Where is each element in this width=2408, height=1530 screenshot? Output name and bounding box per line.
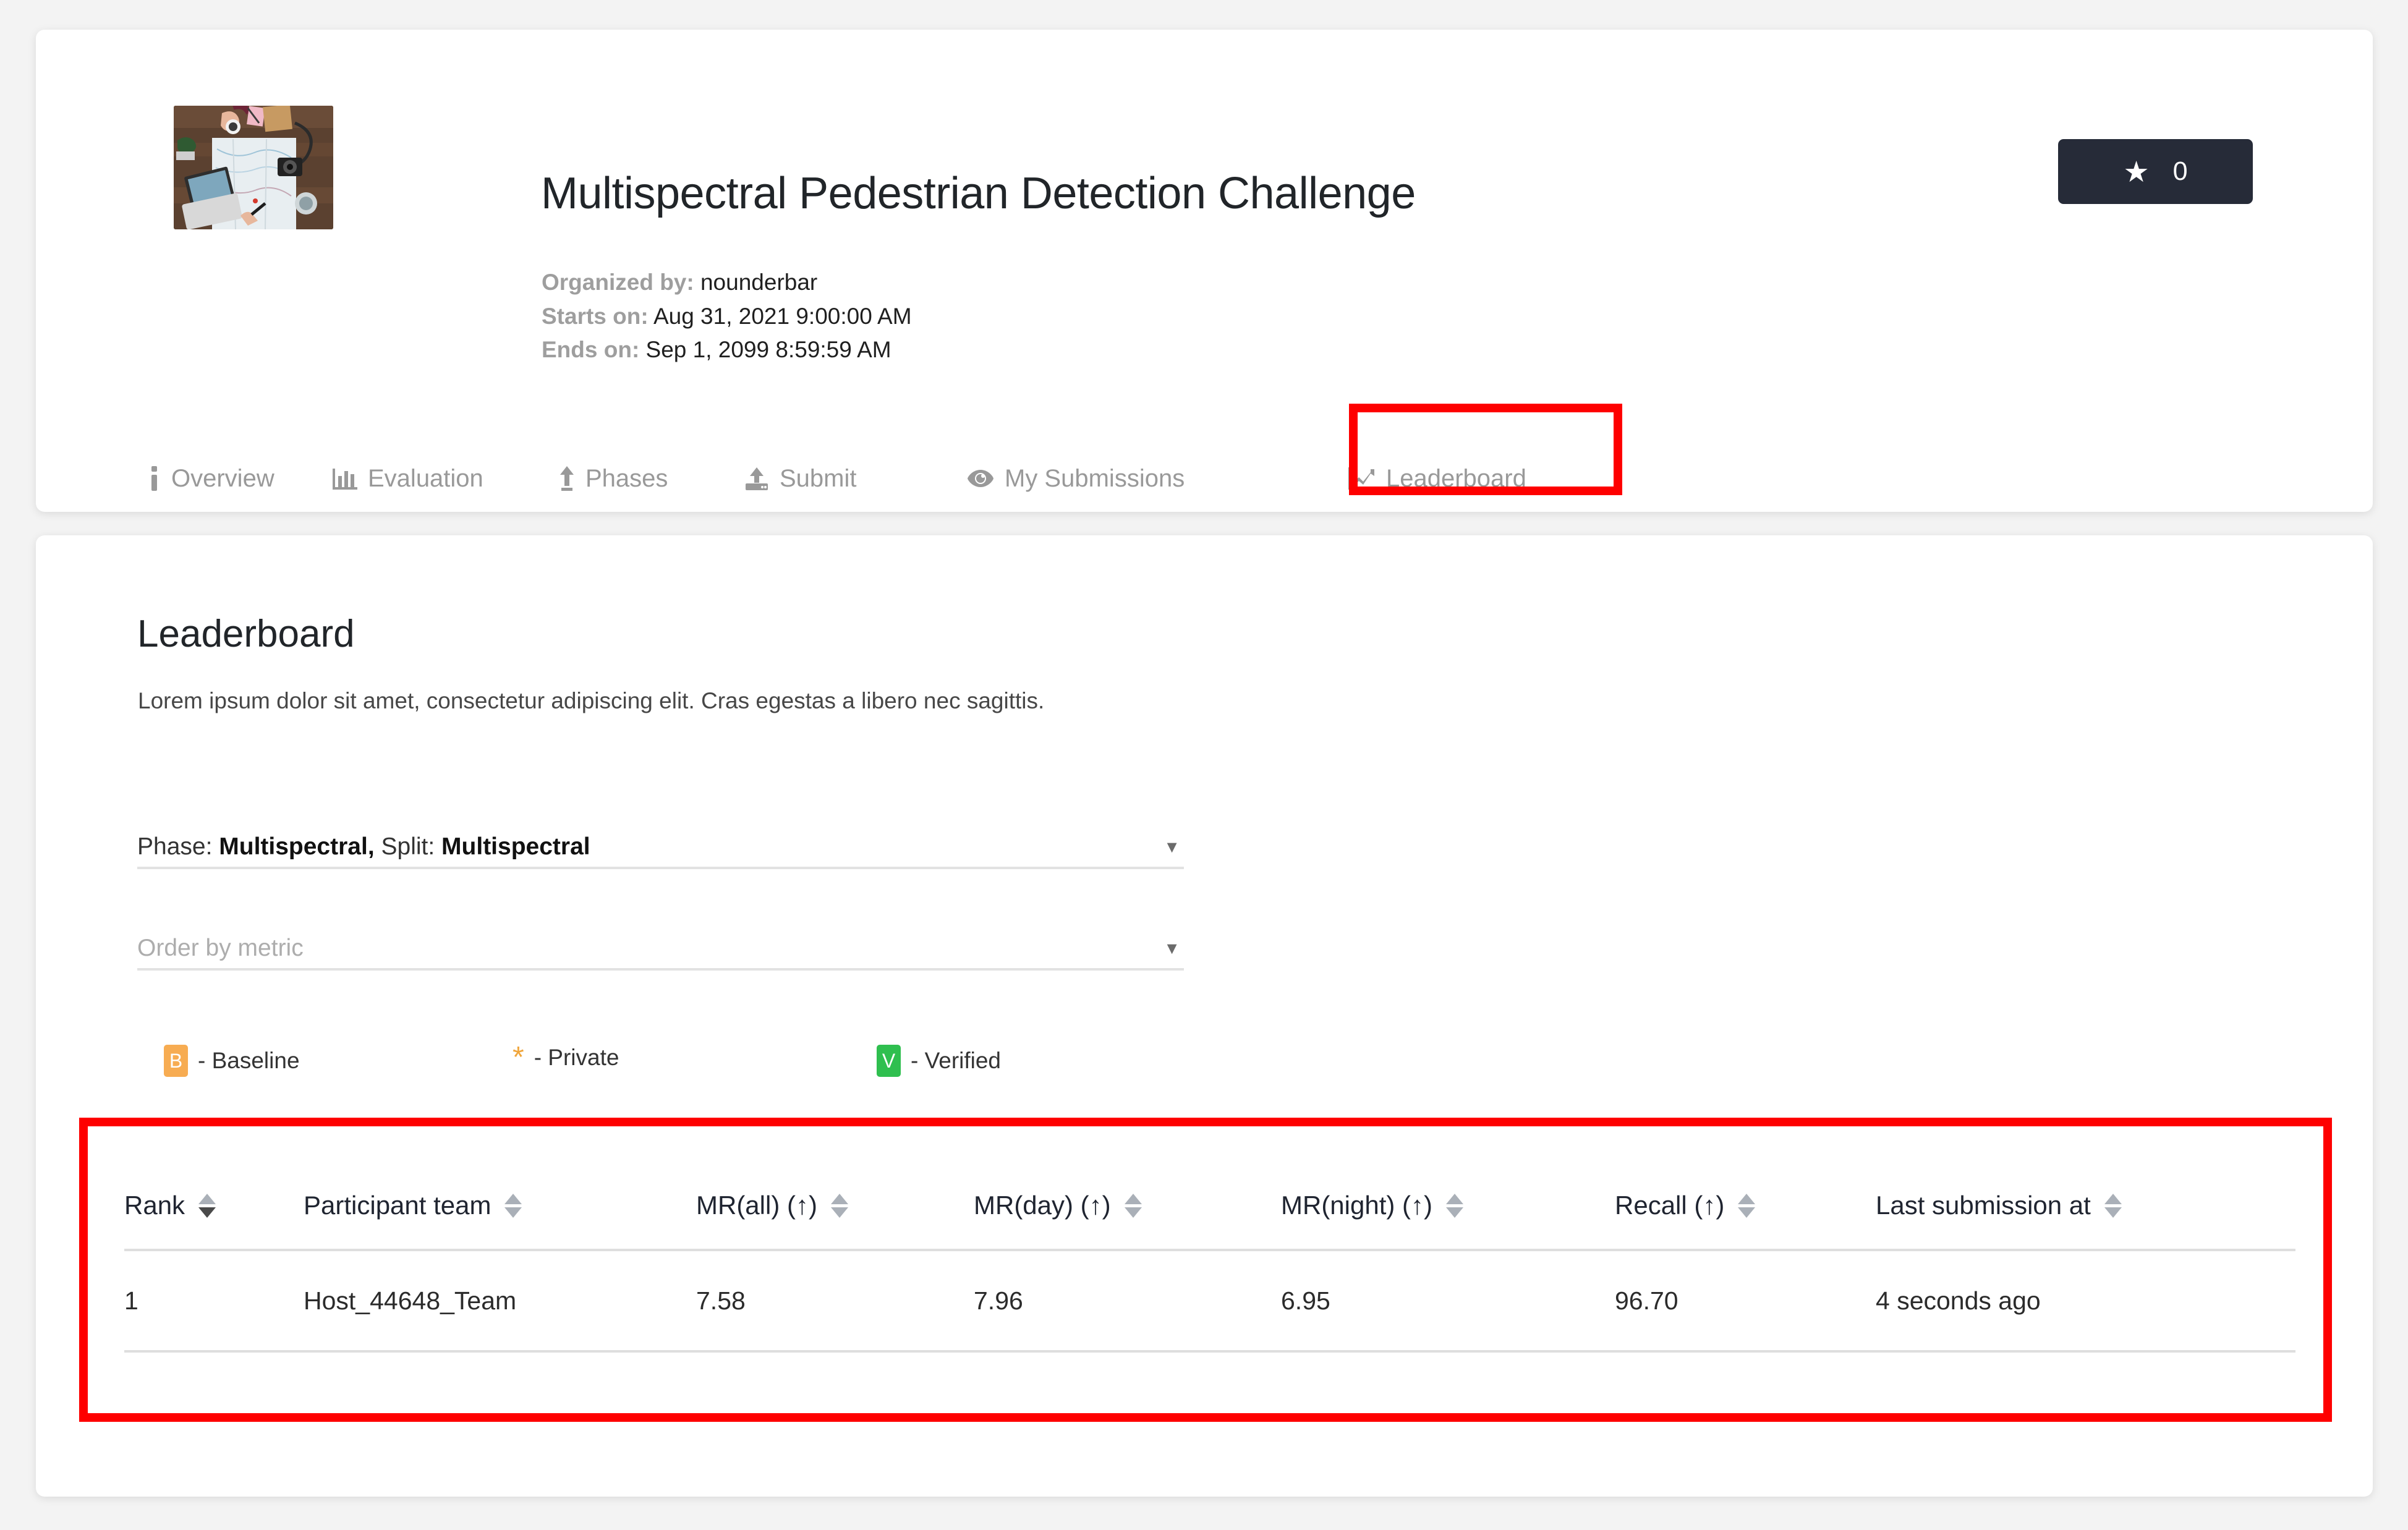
- ends-on-label: Ends on:: [542, 337, 640, 362]
- phase-split-value: Phase: Multispectral, Split: Multispectr…: [137, 833, 590, 867]
- legend-verified-label: - Verified: [911, 1048, 1002, 1073]
- eye-icon: [967, 469, 994, 488]
- organized-by-label: Organized by:: [542, 270, 694, 295]
- table-header-row: Rank Participant team MR(all) (↑) MR(day…: [124, 1162, 2295, 1251]
- column-header-participant-team[interactable]: Participant team: [304, 1191, 696, 1220]
- cell-recall: 96.70: [1615, 1286, 1678, 1315]
- cell-rank: 1: [124, 1286, 138, 1315]
- phase-label: Phase:: [137, 833, 213, 860]
- column-header-mr-night-label: MR(night) (↑): [1281, 1191, 1433, 1220]
- line-chart-icon: [1348, 466, 1376, 491]
- column-header-mr-day-label: MR(day) (↑): [974, 1191, 1111, 1220]
- star-icon: ★: [2123, 155, 2150, 188]
- tab-phases-label: Phases: [585, 464, 668, 492]
- order-by-metric-select[interactable]: Order by metric ▼: [137, 914, 1184, 971]
- organized-by-value: nounderbar: [700, 270, 818, 295]
- tab-overview[interactable]: Overview: [147, 456, 333, 501]
- tab-evaluation[interactable]: Evaluation: [333, 456, 559, 501]
- column-header-mr-all-label: MR(all) (↑): [696, 1191, 817, 1220]
- column-header-last-submission-label: Last submission at: [1876, 1191, 2091, 1220]
- cell-mr-day: 7.96: [974, 1286, 1023, 1315]
- tab-my-submissions[interactable]: My Submissions: [967, 456, 1319, 501]
- upload-arrow-icon: [559, 466, 575, 491]
- column-header-mr-night[interactable]: MR(night) (↑): [1281, 1191, 1615, 1220]
- cell-mr-all: 7.58: [696, 1286, 746, 1315]
- private-asterisk-icon: *: [513, 1040, 524, 1074]
- column-header-recall-label: Recall (↑): [1615, 1191, 1725, 1220]
- column-header-participant-team-label: Participant team: [304, 1191, 491, 1220]
- column-header-rank-label: Rank: [124, 1191, 185, 1220]
- cell-mr-night: 6.95: [1281, 1286, 1330, 1315]
- legend-item-private: * - Private: [513, 1040, 619, 1074]
- sort-icon[interactable]: [830, 1193, 848, 1218]
- challenge-header-card: Multispectral Pedestrian Detection Chall…: [36, 30, 2373, 512]
- ends-on-value: Sep 1, 2099 8:59:59 AM: [645, 337, 891, 362]
- sort-icon[interactable]: [198, 1193, 216, 1218]
- leaderboard-heading: Leaderboard: [137, 613, 355, 655]
- starts-on: Starts on: Aug 31, 2021 9:00:00 AM: [542, 304, 912, 329]
- organized-by: Organized by: nounderbar: [542, 270, 817, 295]
- legend-item-baseline: B - Baseline: [164, 1045, 300, 1077]
- sort-icon[interactable]: [1738, 1193, 1756, 1218]
- tab-submit[interactable]: Submit: [744, 456, 967, 501]
- baseline-badge-icon: B: [164, 1045, 188, 1077]
- phase-value: Multispectral,: [219, 833, 375, 860]
- starts-on-label: Starts on:: [542, 304, 649, 329]
- sort-icon[interactable]: [2104, 1193, 2122, 1218]
- verified-badge-icon: V: [877, 1045, 901, 1077]
- challenge-nav-tabs: Overview Evaluation Phases Submit My Sub…: [147, 456, 1585, 501]
- starts-on-value: Aug 31, 2021 9:00:00 AM: [653, 304, 912, 329]
- table-row[interactable]: 1 Host_44648_Team 7.58 7.96 6.95 96.70 4…: [124, 1251, 2295, 1353]
- column-header-last-submission[interactable]: Last submission at: [1876, 1191, 2271, 1220]
- tab-submit-label: Submit: [780, 464, 857, 492]
- chevron-down-icon: ▼: [1164, 838, 1180, 856]
- column-header-recall[interactable]: Recall (↑): [1615, 1191, 1876, 1220]
- tab-my-submissions-label: My Submissions: [1005, 464, 1185, 492]
- tab-leaderboard-label: Leaderboard: [1386, 464, 1526, 492]
- tab-evaluation-label: Evaluation: [368, 464, 483, 492]
- cell-participant-team: Host_44648_Team: [304, 1286, 517, 1315]
- info-icon: [147, 466, 161, 491]
- page-title: Multispectral Pedestrian Detection Chall…: [541, 169, 1416, 218]
- order-by-metric-placeholder: Order by metric: [137, 935, 304, 961]
- leaderboard-description: Lorem ipsum dolor sit amet, consectetur …: [138, 688, 1045, 713]
- star-challenge-button[interactable]: ★ 0: [2058, 139, 2253, 204]
- upload-icon: [744, 466, 769, 491]
- column-header-mr-all[interactable]: MR(all) (↑): [696, 1191, 974, 1220]
- legend-private-label: - Private: [534, 1045, 619, 1070]
- page-root: Multispectral Pedestrian Detection Chall…: [0, 0, 2408, 1530]
- column-header-rank[interactable]: Rank: [124, 1191, 304, 1220]
- sort-icon[interactable]: [504, 1193, 522, 1218]
- star-count: 0: [2172, 156, 2188, 186]
- tab-phases[interactable]: Phases: [559, 456, 744, 501]
- legend-item-verified: V - Verified: [877, 1045, 1001, 1077]
- bar-chart-icon: [333, 466, 357, 491]
- cell-last-submission: 4 seconds ago: [1876, 1286, 2041, 1315]
- chevron-down-icon: ▼: [1164, 939, 1180, 958]
- tab-overview-label: Overview: [171, 464, 274, 492]
- phase-split-select[interactable]: Phase: Multispectral, Split: Multispectr…: [137, 812, 1184, 869]
- column-header-mr-day[interactable]: MR(day) (↑): [974, 1191, 1281, 1220]
- leaderboard-table: Rank Participant team MR(all) (↑) MR(day…: [124, 1162, 2295, 1353]
- split-label: Split:: [381, 833, 435, 860]
- tab-leaderboard[interactable]: Leaderboard: [1319, 456, 1585, 501]
- challenge-thumbnail: [174, 106, 333, 229]
- sort-icon[interactable]: [1124, 1193, 1142, 1218]
- ends-on: Ends on: Sep 1, 2099 8:59:59 AM: [542, 337, 891, 363]
- split-value: Multispectral: [441, 833, 590, 860]
- sort-icon[interactable]: [1446, 1193, 1464, 1218]
- legend-baseline-label: - Baseline: [198, 1048, 300, 1073]
